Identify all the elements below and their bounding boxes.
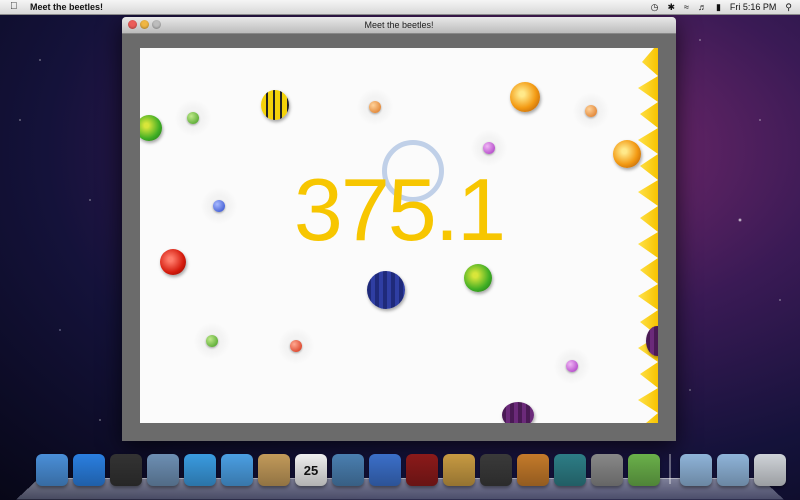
orb-green[interactable]: [175, 100, 211, 136]
clock[interactable]: Fri 5:16 PM: [730, 0, 777, 14]
orb-red[interactable]: [278, 328, 314, 364]
system-preferences-icon[interactable]: [591, 454, 623, 486]
beetle-orange[interactable]: [613, 140, 641, 168]
beetle-orange[interactable]: [510, 82, 540, 112]
address-book-icon[interactable]: [258, 454, 290, 486]
time-machine-icon[interactable]: [554, 454, 586, 486]
window-title: Meet the beetles!: [364, 20, 434, 30]
itunes-icon[interactable]: [369, 454, 401, 486]
orb-green[interactable]: [194, 323, 230, 359]
title-bar[interactable]: Meet the beetles!: [122, 17, 676, 34]
game-board[interactable]: 375.1: [140, 48, 658, 423]
beetle-yellow[interactable]: [261, 90, 289, 120]
mail-icon[interactable]: [147, 454, 179, 486]
dock: 25: [16, 454, 786, 500]
app-store-icon[interactable]: [73, 454, 105, 486]
beetle-blue[interactable]: [367, 271, 405, 309]
orb-purple[interactable]: [554, 348, 590, 384]
dock-separator: [669, 454, 671, 484]
imovie-icon[interactable]: [480, 454, 512, 486]
safari-icon[interactable]: [184, 454, 216, 486]
bluetooth-icon[interactable]: ✱: [667, 0, 675, 14]
garageband-icon[interactable]: [517, 454, 549, 486]
meet-the-beetles-icon[interactable]: [628, 454, 660, 486]
dashboard-icon[interactable]: [110, 454, 142, 486]
wifi-icon[interactable]: ≈: [684, 0, 689, 14]
game-window: Meet the beetles! 375.1: [122, 17, 676, 441]
orb-purple[interactable]: [471, 130, 507, 166]
ichat-icon[interactable]: [221, 454, 253, 486]
beetle-purple[interactable]: [502, 402, 534, 423]
battery-icon[interactable]: ▮: [716, 0, 721, 14]
orb-blue[interactable]: [201, 188, 237, 224]
orb-orange[interactable]: [573, 93, 609, 129]
iphoto-icon[interactable]: [332, 454, 364, 486]
photo-booth-icon[interactable]: [443, 454, 475, 486]
spotlight-icon[interactable]: ⚲: [785, 0, 792, 14]
menu-bar:  Meet the beetles! ◷ ✱ ≈ ♬ ▮ Fri 5:16 P…: [0, 0, 800, 15]
apple-menu-icon[interactable]: : [10, 0, 18, 14]
applications-folder-icon[interactable]: [680, 454, 712, 486]
orb-orange[interactable]: [357, 89, 393, 125]
documents-folder-icon[interactable]: [717, 454, 749, 486]
time-machine-status-icon[interactable]: ◷: [651, 0, 659, 14]
ical-icon[interactable]: 25: [295, 454, 327, 486]
volume-icon[interactable]: ♬: [698, 0, 707, 14]
dock-icons: 25: [36, 454, 786, 486]
beetle-green[interactable]: [140, 115, 162, 141]
beetle-red[interactable]: [160, 249, 186, 275]
app-menu[interactable]: Meet the beetles!: [30, 0, 103, 14]
beetle-green[interactable]: [464, 264, 492, 292]
finder-icon[interactable]: [36, 454, 68, 486]
ical-date: 25: [303, 462, 319, 478]
trash-icon[interactable]: [754, 454, 786, 486]
front-row-icon[interactable]: [406, 454, 438, 486]
